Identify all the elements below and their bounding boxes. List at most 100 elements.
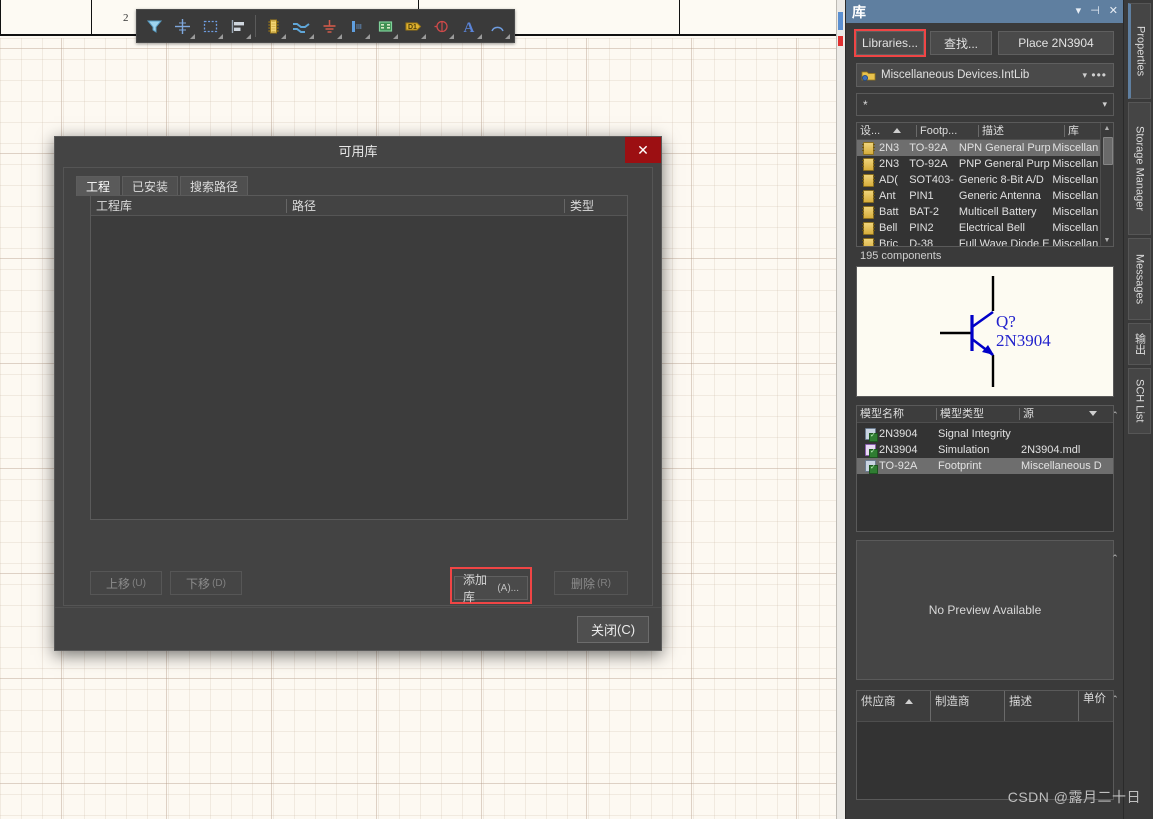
table-row[interactable]: AD( SOT403- Generic 8-Bit A/D Miscellan: [857, 172, 1101, 188]
close-icon[interactable]: ✕: [1109, 6, 1118, 17]
table-row[interactable]: 2N3904 Simulation 2N3904.mdl: [857, 442, 1113, 458]
pin-icon[interactable]: ⊣: [1090, 6, 1100, 17]
filter-icon[interactable]: [140, 12, 168, 40]
column-header-designator[interactable]: 设...: [857, 125, 917, 137]
components-count: 195 components: [860, 250, 942, 262]
components-grid-scrollbar[interactable]: ▲ ▼: [1100, 123, 1113, 246]
project-libraries-list[interactable]: 工程库 路径 类型: [90, 195, 628, 520]
column-header-description[interactable]: 描述: [1005, 691, 1079, 721]
sheet-tick: [679, 0, 680, 34]
libraries-button[interactable]: Libraries...: [854, 29, 926, 57]
crosshair-icon[interactable]: [168, 12, 196, 40]
column-header-model-type[interactable]: 模型类型: [937, 408, 1020, 420]
tab-properties[interactable]: Properties: [1128, 3, 1151, 99]
table-row[interactable]: 2N3904 Signal Integrity: [857, 426, 1113, 442]
search-button[interactable]: 查找...: [930, 31, 992, 55]
tab-project[interactable]: 工程: [76, 176, 121, 196]
table-row[interactable]: Batt BAT-2 Multicell Battery Miscellan: [857, 204, 1101, 220]
column-header-manufacturer[interactable]: 制造商: [931, 691, 1005, 721]
place-part-button[interactable]: Place 2N3904: [998, 31, 1114, 55]
component-filter-input[interactable]: * ▾: [856, 93, 1114, 116]
component-icon: [862, 205, 875, 219]
sheet-symbol-icon[interactable]: [371, 12, 399, 40]
supplier-grid-header: 供应商 制造商 描述 单价: [857, 691, 1113, 722]
chevron-down-icon[interactable]: ▾: [1082, 70, 1087, 81]
cell-designator: Bric: [879, 238, 898, 246]
supplier-grid[interactable]: 供应商 制造商 描述 单价: [856, 690, 1114, 800]
tab-installed[interactable]: 已安装: [122, 176, 179, 196]
cell-designator: 2N3: [879, 158, 900, 170]
schematic-drawing-toolbar[interactable]: III D1 A: [136, 9, 515, 43]
scrollbar-thumb[interactable]: [1103, 137, 1113, 165]
cell-description: Multicell Battery: [958, 206, 1037, 218]
move-up-button[interactable]: 上移 (U): [90, 571, 162, 595]
models-grid-header: 模型名称 模型类型 源: [857, 406, 1113, 423]
collapse-preview-icon[interactable]: ⌃: [1109, 553, 1121, 564]
error-marker: [838, 36, 843, 46]
scroll-down-icon[interactable]: ▼: [1101, 235, 1113, 246]
text-icon[interactable]: A: [455, 12, 483, 40]
column-header-library[interactable]: 工程库: [91, 198, 287, 213]
components-grid-rows[interactable]: 2N3 TO-92A NPN General Purp Miscellan 2N…: [857, 140, 1101, 246]
more-options-icon[interactable]: •••: [1091, 69, 1107, 81]
remove-library-button[interactable]: 删除 (R): [554, 571, 628, 595]
cell-model-source: 2N3904.mdl: [1021, 444, 1081, 456]
selection-rectangle-icon[interactable]: [196, 12, 224, 40]
dialog-title-bar: 可用库 ✕: [55, 137, 661, 163]
column-header-model-name[interactable]: 模型名称: [857, 408, 937, 420]
wire-icon[interactable]: [287, 12, 315, 40]
table-row[interactable]: 2N3 TO-92A NPN General Purp Miscellan: [857, 140, 1101, 156]
tab-sch-list[interactable]: SCH List: [1128, 368, 1151, 434]
arc-icon[interactable]: [483, 12, 511, 40]
table-row[interactable]: Bell PIN2 Electrical Bell Miscellan: [857, 220, 1101, 236]
chevron-down-icon[interactable]: ▾: [1102, 99, 1107, 110]
designator-icon[interactable]: D1: [399, 12, 427, 40]
components-grid[interactable]: 设... Footp... 描述 库 2N3 TO-92A NPN Genera…: [856, 122, 1114, 247]
tab-storage-manager[interactable]: Storage Manager: [1128, 102, 1151, 235]
add-library-button[interactable]: 添加库 (A)...: [454, 573, 528, 604]
table-row[interactable]: TO-92A Footprint Miscellaneous D: [857, 458, 1113, 474]
sheet-tick-label: 2: [123, 12, 129, 24]
supplier-label: 供应商: [861, 696, 896, 708]
cell-footprint: SOT403-: [909, 174, 954, 186]
table-row[interactable]: Ant PIN1 Generic Antenna Miscellan: [857, 188, 1101, 204]
cell-model-name: 2N3904: [879, 428, 918, 440]
cell-description: Generic Antenna: [958, 190, 1041, 202]
ic-component-icon[interactable]: [259, 12, 287, 40]
list-body-empty[interactable]: [91, 216, 627, 519]
tab-messages[interactable]: Messages: [1128, 238, 1151, 320]
models-grid[interactable]: 模型名称 模型类型 源 2N3904 Signal Integrity 2N39…: [856, 405, 1114, 532]
preview-part-name: 2N3904: [996, 331, 1051, 350]
column-header-path[interactable]: 路径: [287, 198, 565, 213]
tab-output[interactable]: 输出: [1128, 323, 1151, 365]
net-label-icon[interactable]: III: [343, 12, 371, 40]
table-row[interactable]: 2N3 TO-92A PNP General Purp Miscellan: [857, 156, 1101, 172]
available-libraries-dialog[interactable]: 可用库 ✕ 工程 已安装 搜索路径 工程库 路径 类型 上移 (U) 下移 (D…: [54, 136, 662, 651]
simulation-model-icon: [865, 444, 878, 458]
no-erc-icon[interactable]: [427, 12, 455, 40]
align-left-icon[interactable]: [224, 12, 252, 40]
dialog-close-button[interactable]: ✕: [625, 137, 661, 163]
move-down-button[interactable]: 下移 (D): [170, 571, 242, 595]
column-header-unit-price[interactable]: 单价: [1079, 691, 1107, 721]
close-dialog-button[interactable]: 关闭 (C): [577, 616, 649, 643]
remove-mnemonic: (R): [597, 577, 611, 589]
sort-ascending-icon: [893, 128, 901, 133]
library-name: Miscellaneous Devices.IntLib: [881, 69, 1030, 81]
cell-model-type: Signal Integrity: [938, 428, 1011, 440]
table-row[interactable]: Bric D-38 Full Wave Diode E Miscellan: [857, 236, 1101, 246]
dialog-tabs[interactable]: 工程 已安装 搜索路径: [76, 176, 250, 196]
column-header-type[interactable]: 类型: [565, 199, 627, 213]
column-header-supplier[interactable]: 供应商: [857, 691, 931, 721]
ground-icon[interactable]: [315, 12, 343, 40]
tab-search-path[interactable]: 搜索路径: [180, 176, 249, 196]
chevron-down-icon[interactable]: ▾: [1076, 6, 1082, 17]
move-up-mnemonic: (U): [132, 577, 146, 589]
library-selector[interactable]: Miscellaneous Devices.IntLib ▾ •••: [856, 63, 1114, 87]
filter-value: *: [863, 97, 868, 112]
column-header-footprint[interactable]: Footp...: [917, 125, 979, 137]
scroll-up-icon[interactable]: ▲: [1101, 123, 1113, 134]
column-header-description[interactable]: 描述: [979, 125, 1065, 137]
component-icon: [862, 141, 875, 155]
component-icon: [862, 221, 875, 235]
